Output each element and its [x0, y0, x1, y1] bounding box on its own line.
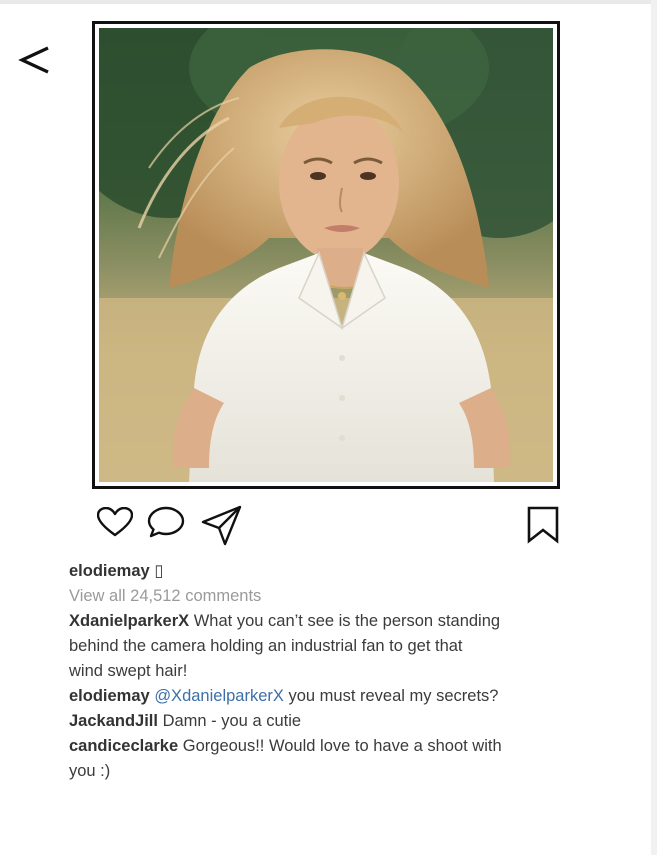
top-divider: [0, 0, 657, 4]
comment-text-line: you :): [69, 762, 111, 780]
comment-icon[interactable]: [146, 505, 186, 539]
comment-text-line: Gorgeous!! Would love to have a shoot wi…: [182, 737, 502, 755]
comment-text-line: behind the camera holding an industrial …: [69, 637, 463, 655]
post-photo[interactable]: [99, 28, 553, 482]
comment-username[interactable]: elodiemay: [69, 687, 150, 705]
comment-username[interactable]: XdanielparkerX: [69, 612, 189, 630]
portrait-illustration: [99, 28, 553, 482]
comment-item: XdanielparkerX What you can’t see is the…: [69, 609, 569, 684]
bookmark-icon[interactable]: [526, 506, 560, 544]
verified-glyph-icon: ▯: [154, 562, 164, 580]
view-all-comments-link[interactable]: View all 24,512 comments: [69, 584, 569, 609]
back-button[interactable]: [14, 36, 56, 84]
comment-item: elodiemay @XdanielparkerX you must revea…: [69, 684, 569, 709]
post-author-username[interactable]: elodiemay: [69, 562, 150, 580]
comment-username[interactable]: candiceclarke: [69, 737, 178, 755]
scrollbar-track: [651, 0, 657, 855]
comment-item: candiceclarke Gorgeous!! Would love to h…: [69, 734, 569, 784]
heart-icon[interactable]: [97, 507, 133, 537]
comment-text: you must reveal my secrets?: [288, 687, 499, 705]
comment-mention-link[interactable]: @XdanielparkerX: [154, 687, 284, 705]
back-chevron-icon: [18, 46, 49, 74]
post-caption-area: elodiemay ▯ View all 24,512 comments Xda…: [69, 559, 569, 784]
comment-text: Damn - you a cutie: [162, 712, 302, 730]
comment-item: JackandJill Damn - you a cutie: [69, 709, 569, 734]
comment-username[interactable]: JackandJill: [69, 712, 158, 730]
post-image-frame: [92, 21, 560, 489]
share-icon[interactable]: [200, 505, 242, 547]
comment-text-line: wind swept hair!: [69, 662, 188, 680]
post-author-row: elodiemay ▯: [69, 559, 569, 584]
comment-text-line: What you can’t see is the person standin…: [193, 612, 501, 630]
